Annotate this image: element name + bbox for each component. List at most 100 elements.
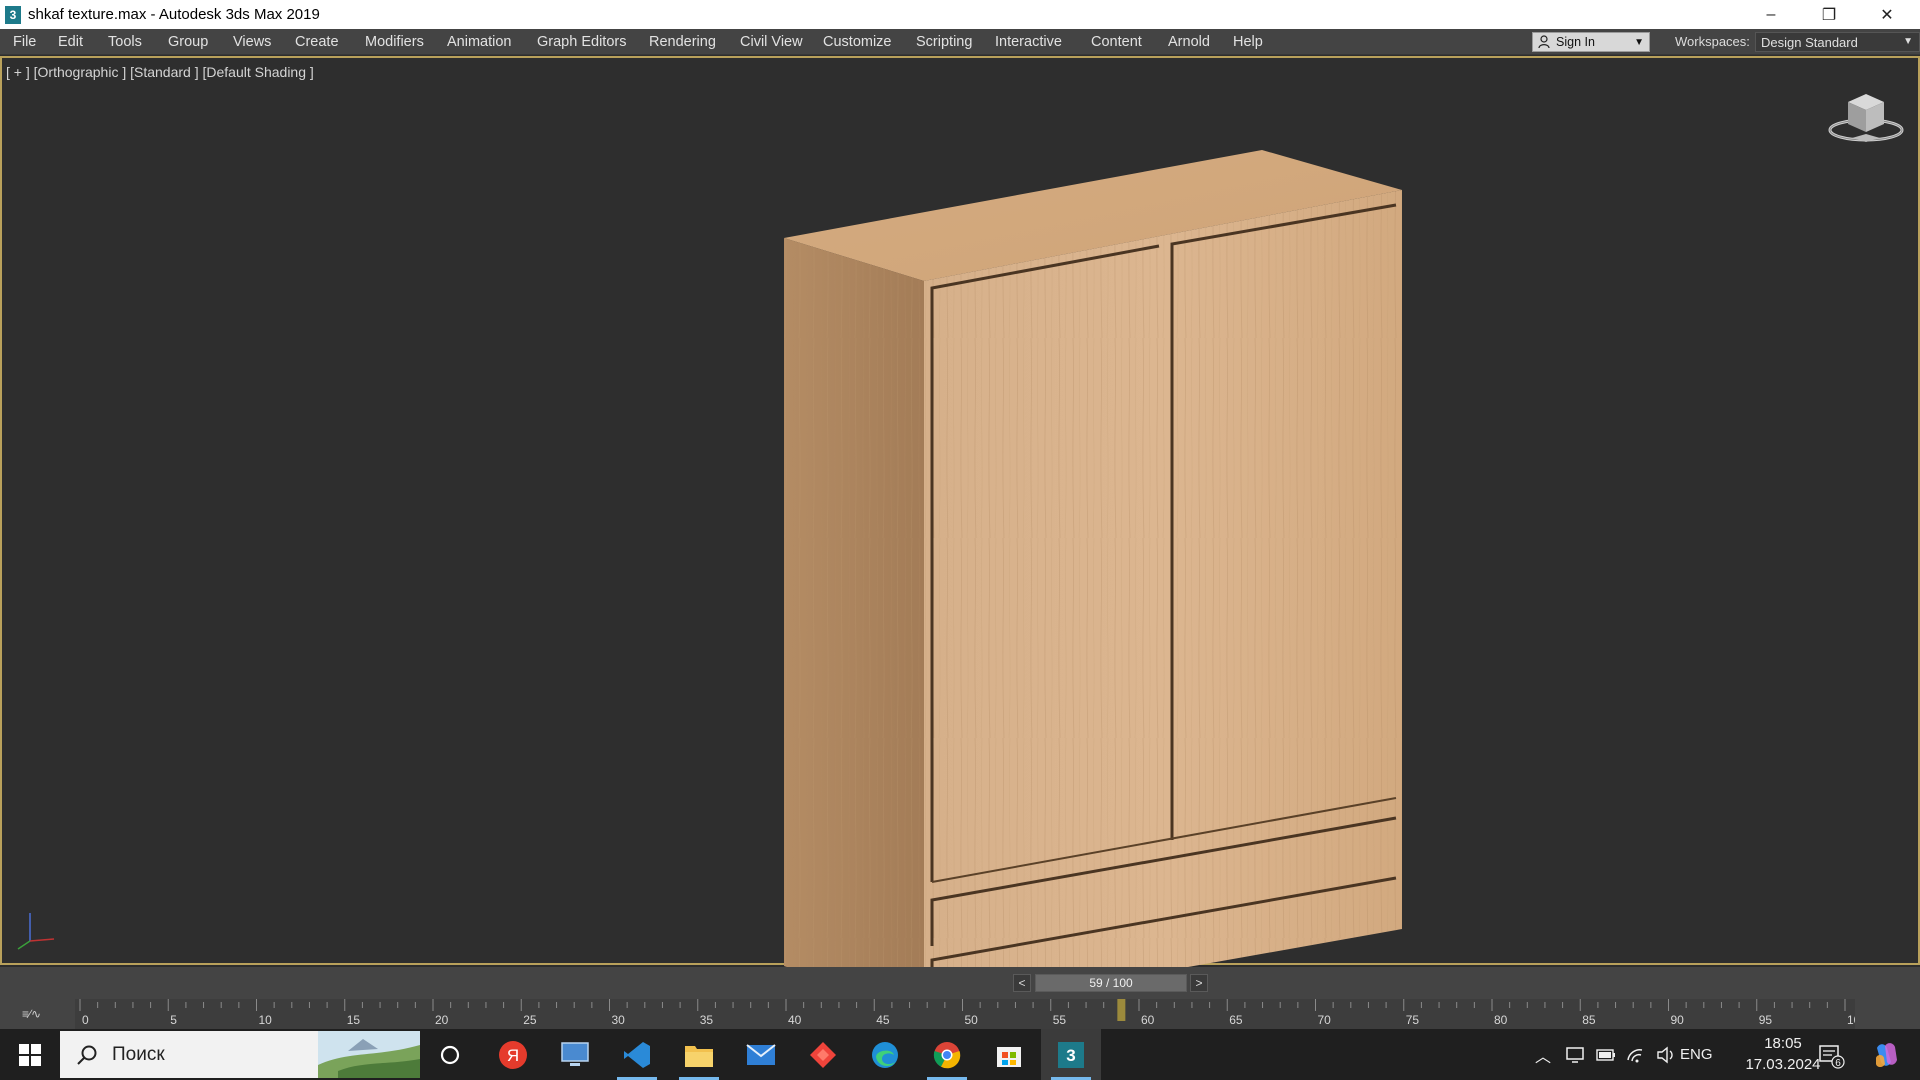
menu-group[interactable]: Group xyxy=(168,29,208,55)
menu-edit[interactable]: Edit xyxy=(58,29,83,55)
track-tick-label: 35 xyxy=(700,1013,714,1027)
track-bar-ruler: 0 5 10 15 20 25 30 35 40 45 50 55 60 65 70 75 80 85 90 95 10… xyxy=(79,999,1855,1027)
windows-logo-icon xyxy=(19,1043,41,1066)
taskbar-vs-code[interactable] xyxy=(607,1029,667,1080)
track-tick-label: 20 xyxy=(435,1013,449,1027)
store-icon xyxy=(997,1046,1021,1067)
workspaces-label: Workspaces: xyxy=(1675,34,1750,49)
show-hidden-icons-icon[interactable]: ︿ xyxy=(1532,1044,1554,1066)
chevron-down-icon: ▼ xyxy=(1903,36,1913,47)
menu-civil-view[interactable]: Civil View xyxy=(740,29,803,55)
start-button[interactable] xyxy=(0,1029,60,1080)
volume-icon[interactable] xyxy=(1655,1044,1677,1066)
track-tick-label: 70 xyxy=(1318,1013,1332,1027)
track-tick-label: 15 xyxy=(347,1013,361,1027)
taskbar-file-explorer[interactable] xyxy=(669,1029,729,1080)
menu-bar: File Edit Tools Group Views Create Modif… xyxy=(0,29,1920,55)
menu-file[interactable]: File xyxy=(13,29,36,55)
curve-editor-toggle-icon[interactable]: ≡∕∿ xyxy=(22,1007,48,1023)
anydesk-icon xyxy=(810,1041,836,1068)
previous-frame-button[interactable]: < xyxy=(1013,974,1031,992)
copilot-icon xyxy=(1875,1042,1897,1067)
current-frame-marker[interactable] xyxy=(1117,999,1126,1021)
search-highlight-illustration xyxy=(318,1031,420,1078)
chevron-down-icon: ▼ xyxy=(1634,37,1644,48)
taskbar-search[interactable]: Поиск xyxy=(60,1031,420,1078)
menu-interactive[interactable]: Interactive xyxy=(995,29,1062,55)
menu-tools[interactable]: Tools xyxy=(108,29,142,55)
menu-animation[interactable]: Animation xyxy=(447,29,511,55)
taskbar-mail[interactable] xyxy=(731,1029,791,1080)
viewcube-icon[interactable] xyxy=(1822,80,1914,150)
sign-in-dropdown[interactable]: Sign In ▼ xyxy=(1532,32,1650,52)
search-icon xyxy=(77,1045,97,1065)
battery-icon[interactable] xyxy=(1595,1044,1617,1066)
action-center-button[interactable]: 6 xyxy=(1803,1029,1858,1080)
minimize-button[interactable]: – xyxy=(1742,0,1800,29)
windows-taskbar: Поиск Я 3 ︿ ENG 18:05 17.03.2024 6 xyxy=(0,1029,1920,1080)
3dsmax-icon: 3 xyxy=(1058,1041,1084,1068)
track-tick-label: 95 xyxy=(1759,1013,1773,1027)
close-button[interactable]: ✕ xyxy=(1858,0,1916,29)
taskbar-chrome[interactable] xyxy=(917,1029,977,1080)
network-drive-icon[interactable] xyxy=(1565,1044,1587,1066)
track-tick-label: 10 xyxy=(259,1013,273,1027)
workspaces-select[interactable]: Design Standard ▼ xyxy=(1755,32,1920,52)
user-icon xyxy=(1538,35,1550,49)
menu-arnold[interactable]: Arnold xyxy=(1168,29,1210,55)
language-indicator[interactable]: ENG xyxy=(1680,1029,1713,1080)
menu-graph-editors[interactable]: Graph Editors xyxy=(537,29,626,55)
viewport-orthographic[interactable]: [ + ] [Orthographic ] [Standard ] [Defau… xyxy=(0,56,1920,1014)
track-tick-label: 45 xyxy=(876,1013,890,1027)
taskbar-remote-desktop[interactable] xyxy=(545,1029,605,1080)
svg-text:Я: Я xyxy=(507,1046,519,1065)
menu-create[interactable]: Create xyxy=(295,29,339,55)
next-frame-button[interactable]: > xyxy=(1190,974,1208,992)
copilot-button[interactable] xyxy=(1858,1029,1913,1080)
chrome-icon xyxy=(933,1041,961,1068)
vs-code-icon xyxy=(624,1041,650,1068)
track-tick-label: 30 xyxy=(612,1013,626,1027)
task-view-button[interactable] xyxy=(420,1029,480,1080)
viewport-label[interactable]: [ + ] [Orthographic ] [Standard ] [Defau… xyxy=(6,64,314,80)
sign-in-label: Sign In xyxy=(1556,35,1595,49)
restore-button[interactable]: ❐ xyxy=(1800,0,1858,29)
taskbar-anydesk[interactable] xyxy=(793,1029,853,1080)
track-bar[interactable]: 0 5 10 15 20 25 30 35 40 45 50 55 60 65 70 75 80 85 90 95 10… xyxy=(75,999,1855,1029)
axis-tripod-icon xyxy=(17,913,55,950)
menu-views[interactable]: Views xyxy=(233,29,271,55)
remote-desktop-icon xyxy=(561,1041,589,1066)
track-tick-label: 75 xyxy=(1406,1013,1420,1027)
cortana-icon xyxy=(440,1045,460,1064)
file-explorer-icon xyxy=(685,1045,713,1067)
taskbar-3dsmax[interactable]: 3 xyxy=(1041,1029,1101,1080)
track-tick-label: 65 xyxy=(1229,1013,1243,1027)
wardrobe-model[interactable] xyxy=(762,138,1412,1018)
edge-icon xyxy=(872,1041,898,1068)
track-tick-label: 5 xyxy=(170,1013,177,1027)
menu-scripting[interactable]: Scripting xyxy=(916,29,972,55)
menu-help[interactable]: Help xyxy=(1233,29,1263,55)
track-tick-label: 100 xyxy=(1847,1013,1855,1027)
time-slider[interactable]: 59 / 100 xyxy=(1035,974,1187,992)
taskbar-store[interactable] xyxy=(979,1029,1039,1080)
window-title: shkaf texture.max - Autodesk 3ds Max 201… xyxy=(28,6,320,23)
search-placeholder: Поиск xyxy=(112,1043,165,1065)
menu-customize[interactable]: Customize xyxy=(823,29,892,55)
workspace-value: Design Standard xyxy=(1761,35,1858,50)
3dsmax-app-icon[interactable]: 3 xyxy=(5,5,21,24)
time-slider-panel: < 59 / 100 > ≡∕∿ 0 5 10 15 20 25 30 35 40 45 50 55 6… xyxy=(0,967,1920,1029)
track-tick-label: 60 xyxy=(1141,1013,1155,1027)
wifi-shape xyxy=(1627,1049,1643,1063)
taskbar-yandex-browser[interactable]: Я xyxy=(483,1029,543,1080)
menu-content[interactable]: Content xyxy=(1091,29,1142,55)
menu-modifiers[interactable]: Modifiers xyxy=(365,29,424,55)
track-tick-label: 85 xyxy=(1582,1013,1596,1027)
svg-text:6: 6 xyxy=(1835,1058,1841,1069)
track-tick-label: 25 xyxy=(523,1013,537,1027)
mail-icon xyxy=(746,1043,776,1065)
menu-rendering[interactable]: Rendering xyxy=(649,29,716,55)
battery-shape xyxy=(1596,1049,1615,1061)
wifi-icon[interactable] xyxy=(1625,1044,1647,1066)
taskbar-edge[interactable] xyxy=(855,1029,915,1080)
